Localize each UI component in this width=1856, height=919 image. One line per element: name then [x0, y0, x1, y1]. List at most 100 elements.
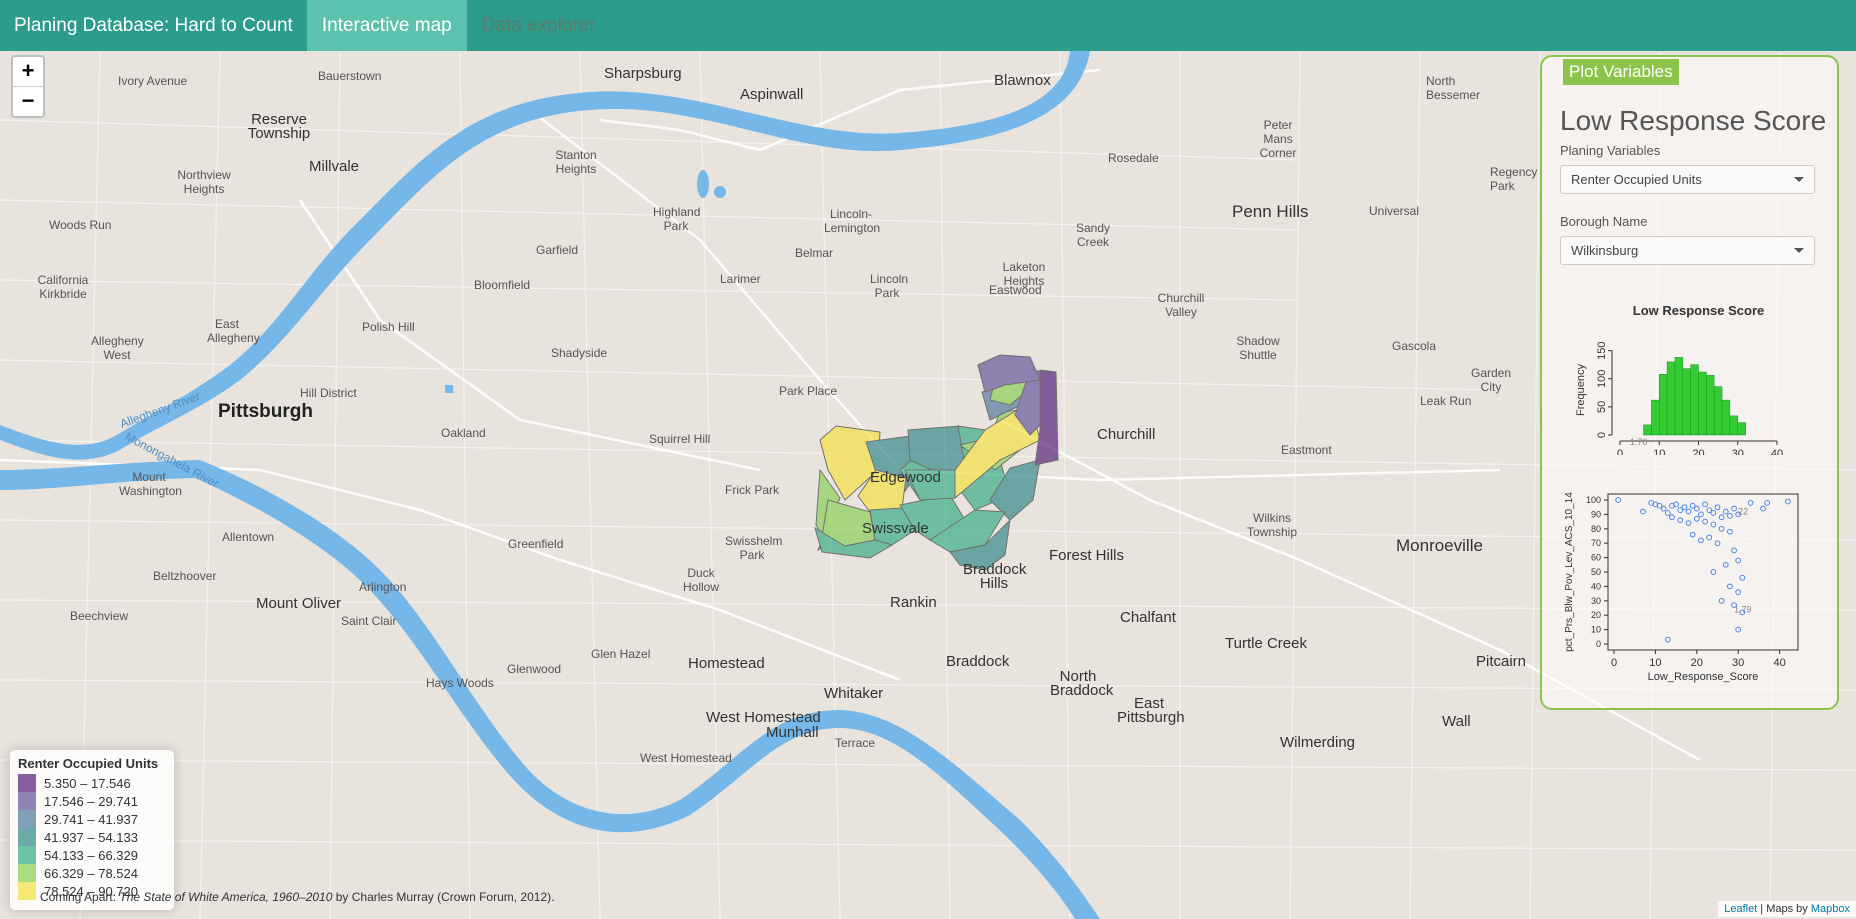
map-label: Chalfant [1120, 609, 1176, 626]
scatter-y-label: pct_Prs_Blw_Pov_Lev_ACS_10_14 [1564, 492, 1575, 652]
legend-swatch [18, 846, 36, 864]
histogram-x-tick-label: 30 [1732, 448, 1744, 455]
map-label: Reserve Township [247, 111, 311, 142]
map-attribution: Leaflet | Maps by Mapbox [1718, 901, 1856, 917]
map-label: Bloomfield [474, 278, 531, 292]
map-label: Garfield [536, 243, 579, 257]
scatter-point [1710, 521, 1717, 528]
histogram-bar [1729, 415, 1738, 436]
scatter-point [1714, 540, 1721, 547]
legend-item: 41.937 – 54.133 [18, 828, 174, 846]
map-label: West Homestead [706, 709, 821, 726]
scatter-y-tick-label: 80 [1591, 524, 1601, 534]
scatter-point [1693, 505, 1700, 512]
map-label: North Bessemer [1426, 74, 1481, 102]
scatter-frame [1607, 493, 1799, 651]
scatter-point [1735, 626, 1742, 633]
scatter-point [1681, 504, 1688, 511]
zoom-out-button[interactable]: − [13, 86, 43, 116]
scatter-point [1710, 569, 1717, 575]
app-title[interactable]: Planing Database: Hard to Count [0, 0, 307, 51]
map-label: Turtle Creek [1225, 635, 1307, 652]
map-label: Arlington [359, 580, 407, 594]
map-label: Forest Hills [1049, 547, 1125, 564]
borough-name-select[interactable]: Wilkinsburg [1560, 236, 1815, 265]
scatter-chart: 0 10 20 30 40 0 10 20 30 40 50 60 70 80 90 100 Low_Respo… [1564, 492, 1799, 683]
legend-label: 29.741 – 41.937 [44, 811, 138, 827]
map-label: Mount Washington [119, 470, 182, 498]
map-label: Beechview [70, 609, 129, 623]
map-label: Aspinwall [740, 86, 804, 103]
scatter-point [1664, 636, 1671, 643]
histogram-x-tick-label: 0 [1617, 448, 1623, 455]
legend-label: 66.329 – 78.524 [44, 865, 138, 881]
scatter-point [1735, 589, 1742, 596]
histogram-annotation: 1.76 [1630, 437, 1648, 447]
scatter-y-tick-label: 20 [1591, 610, 1601, 620]
legend-swatch [18, 810, 36, 828]
histogram-bar [1674, 357, 1684, 436]
map-label: Mount Oliver [256, 595, 342, 612]
legend-item: 66.329 – 78.524 [18, 864, 174, 882]
scatter-y-tick-label: 50 [1591, 567, 1601, 577]
scatter-point [1664, 510, 1671, 516]
plot-variables-button[interactable]: Plot Variables [1563, 59, 1679, 85]
map-label: Millvale [309, 158, 360, 175]
scatter-y-tick-label: 60 [1591, 553, 1601, 563]
legend-item: 17.546 – 29.741 [18, 792, 174, 810]
map-label: Pitcairn [1476, 653, 1527, 670]
scatter-point [1731, 547, 1737, 554]
tab-data-explorer[interactable]: Data explorer [467, 0, 611, 51]
map-label: Greenfield [508, 537, 564, 551]
histogram-bar [1706, 375, 1715, 436]
map-label: California Kirkbride [37, 273, 89, 301]
navbar: Planing Database: Hard to Count Interact… [0, 0, 1856, 51]
scatter-x-tick-label: 0 [1611, 657, 1617, 669]
map-label: Penn Hills [1232, 202, 1309, 221]
map-label: Larimer [720, 272, 761, 286]
mapbox-link[interactable]: Mapbox [1811, 903, 1850, 915]
legend-item: 54.133 – 66.329 [18, 846, 174, 864]
scatter-point [1731, 505, 1737, 512]
map-label: Hill District [300, 386, 357, 400]
zoom-in-button[interactable]: + [13, 57, 43, 86]
scatter-y-tick-label: 90 [1591, 509, 1601, 519]
map-label: Swissvale [862, 520, 929, 537]
map-label: Wall [1442, 713, 1471, 730]
scatter-x-tick-label: 40 [1773, 657, 1785, 669]
legend-item: 29.741 – 41.937 [18, 810, 174, 828]
map-label: Churchill Valley [1157, 291, 1205, 319]
scatter-point [1706, 534, 1713, 541]
scatter-point [1727, 583, 1733, 590]
leaflet-link[interactable]: Leaflet [1724, 903, 1757, 915]
planing-variables-value: Renter Occupied Units [1571, 172, 1702, 187]
map-label: Woods Run [49, 218, 112, 232]
histogram-bar [1737, 422, 1746, 436]
map-label: Lincoln-Lemington [824, 207, 881, 235]
map-label: East Pittsburgh [1117, 695, 1185, 726]
map-label: Duck Hollow [682, 566, 719, 594]
plot-variables-panel[interactable]: Plot Variables Low Response Score Planin… [1540, 55, 1839, 710]
histogram-y-tick-label: 150 [1596, 341, 1608, 359]
legend-label: 41.937 – 54.133 [44, 829, 138, 845]
tab-interactive-map[interactable]: Interactive map [306, 0, 467, 51]
borough-name-value: Wilkinsburg [1571, 243, 1639, 258]
map-label: Blawnox [994, 72, 1051, 89]
histogram-bar [1682, 368, 1691, 436]
histogram-bar [1721, 399, 1731, 436]
map-label: Allentown [222, 530, 275, 544]
scatter-point [1785, 498, 1791, 505]
scatter-point [1640, 508, 1646, 515]
scatter-x-label: Low_Response_Score [1648, 671, 1759, 683]
planing-variables-select[interactable]: Renter Occupied Units [1560, 165, 1815, 194]
scatter-point [1677, 517, 1684, 524]
scatter-point [1722, 508, 1729, 515]
map-label: Braddock Hills [963, 561, 1027, 592]
histogram-bar [1643, 424, 1652, 436]
map-label: Edgewood [870, 469, 941, 486]
histogram-y-tick-label: 0 [1596, 432, 1608, 438]
map-label: Polish Hill [362, 320, 415, 334]
histogram-x-tick-label: 10 [1653, 448, 1665, 455]
histogram-y-label: Frequency [1575, 364, 1587, 416]
map-label: Rankin [890, 594, 937, 611]
